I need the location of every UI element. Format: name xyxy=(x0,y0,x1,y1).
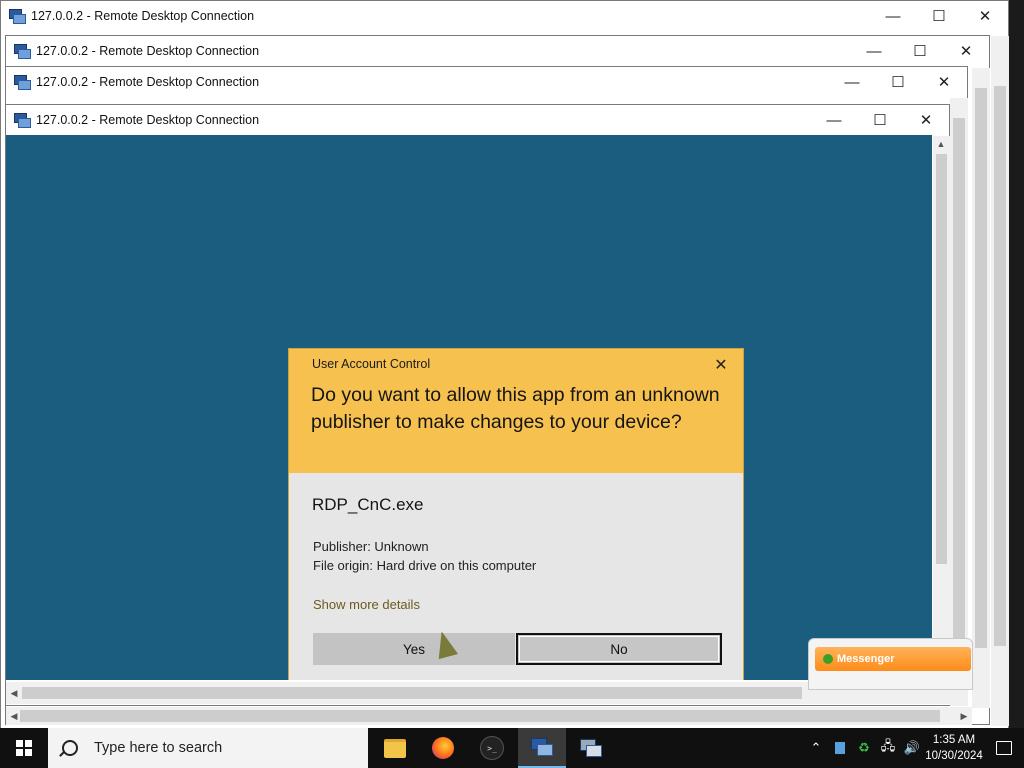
rdp-window-4-vertical-scrollbar[interactable]: ▲ xyxy=(933,136,950,682)
uac-app-name: RDP_CnC.exe xyxy=(312,495,424,514)
firefox-icon xyxy=(432,737,454,759)
taskbar: Type here to search >_ ⌃ ♻ 🖧 🔊 1:35 AM 1… xyxy=(0,728,1024,768)
close-button[interactable]: ✕ xyxy=(943,36,989,66)
scroll-thumb[interactable] xyxy=(953,118,965,678)
remote-desktop-icon xyxy=(14,113,31,128)
clock[interactable]: 1:35 AM 10/30/2024 xyxy=(924,732,984,764)
system-tray: ⌃ ♻ 🖧 🔊 1:35 AM 10/30/2024 xyxy=(804,728,1024,768)
uac-question: Do you want to allow this app from an un… xyxy=(311,384,720,433)
messenger-label: Messenger xyxy=(837,653,895,665)
rdp-window-1-titlebar[interactable]: 127.0.0.2 - Remote Desktop Connection — … xyxy=(1,1,1008,31)
close-button[interactable]: ✕ xyxy=(921,67,967,97)
scroll-thumb[interactable] xyxy=(936,154,947,564)
uac-dialog: User Account Control ✕ Do you want to al… xyxy=(289,349,743,680)
show-more-details-link[interactable]: Show more details xyxy=(313,597,420,612)
volume-icon[interactable]: 🔊 xyxy=(900,728,924,768)
taskbar-file-explorer[interactable] xyxy=(371,728,419,768)
uac-header: User Account Control ✕ Do you want to al… xyxy=(289,349,743,473)
start-button[interactable] xyxy=(0,728,48,768)
maximize-button[interactable]: ☐ xyxy=(916,1,962,31)
window-title: 127.0.0.2 - Remote Desktop Connection xyxy=(36,113,260,127)
clock-date: 10/30/2024 xyxy=(925,750,983,762)
uac-close-icon[interactable]: ✕ xyxy=(709,354,733,376)
scroll-thumb[interactable] xyxy=(975,88,987,648)
search-placeholder: Type here to search xyxy=(94,740,223,756)
search-icon xyxy=(62,740,78,756)
chevron-up-icon[interactable]: ⌃ xyxy=(804,728,828,768)
yes-button[interactable]: Yes xyxy=(313,633,515,665)
messenger-icon xyxy=(823,654,833,664)
rdp-window-4-titlebar[interactable]: 127.0.0.2 - Remote Desktop Connection — … xyxy=(6,105,949,135)
uac-file-origin: File origin: Hard drive on this computer xyxy=(313,558,537,573)
window-title: 127.0.0.2 - Remote Desktop Connection xyxy=(36,75,260,89)
rdp-window-2-vertical-scrollbar[interactable] xyxy=(972,68,990,708)
windows-icon xyxy=(16,740,32,756)
network-icon[interactable]: 🖧 xyxy=(876,728,900,768)
taskbar-remote-desktop[interactable] xyxy=(518,728,566,768)
tablet-icon[interactable] xyxy=(828,728,852,768)
taskbar-firefox[interactable] xyxy=(419,728,467,768)
rdp-window-3-titlebar[interactable]: 127.0.0.2 - Remote Desktop Connection — … xyxy=(6,67,967,97)
rdp-window-2-titlebar[interactable]: 127.0.0.2 - Remote Desktop Connection — … xyxy=(6,36,989,66)
messenger-popup[interactable]: Messenger xyxy=(808,638,973,690)
maximize-button[interactable]: ☐ xyxy=(897,36,943,66)
scroll-thumb[interactable] xyxy=(994,86,1006,646)
remote-desktop-icon xyxy=(531,738,553,756)
uac-publisher: Publisher: Unknown xyxy=(313,539,429,554)
remote-desktop-area: User Account Control ✕ Do you want to al… xyxy=(6,135,932,680)
scroll-right-icon[interactable]: ▶ xyxy=(956,708,972,724)
close-button[interactable]: ✕ xyxy=(903,105,949,135)
window-title: 127.0.0.2 - Remote Desktop Connection xyxy=(36,44,260,58)
minimize-button[interactable]: — xyxy=(870,1,916,31)
recycle-icon[interactable]: ♻ xyxy=(852,728,876,768)
scroll-left-icon[interactable]: ◀ xyxy=(6,685,22,701)
maximize-button[interactable]: ☐ xyxy=(857,105,903,135)
remote-desktop-icon xyxy=(14,75,31,90)
minimize-button[interactable]: — xyxy=(851,36,897,66)
folder-icon xyxy=(384,738,406,758)
messenger-bar[interactable]: Messenger xyxy=(815,647,971,671)
minimize-button[interactable]: — xyxy=(811,105,857,135)
terminal-icon: >_ xyxy=(480,736,504,760)
clock-time: 1:35 AM xyxy=(932,734,976,746)
taskbar-remote-desktop-2[interactable] xyxy=(567,728,615,768)
window-title: 127.0.0.2 - Remote Desktop Connection xyxy=(31,9,255,23)
uac-title: User Account Control xyxy=(312,357,431,371)
remote-desktop-icon xyxy=(580,739,602,757)
yes-label: Yes xyxy=(402,641,426,657)
notification-icon xyxy=(996,741,1012,755)
no-button[interactable]: No xyxy=(516,633,722,665)
notification-button[interactable] xyxy=(984,728,1024,768)
close-button[interactable]: ✕ xyxy=(962,1,1008,31)
taskbar-search-box[interactable]: Type here to search xyxy=(48,728,368,768)
remote-desktop-icon xyxy=(14,44,31,59)
scroll-thumb[interactable] xyxy=(20,710,940,722)
remote-desktop-icon xyxy=(9,9,26,24)
rdp-window-2-horizontal-scrollbar[interactable]: ◀ ▶ xyxy=(6,707,972,725)
no-label: No xyxy=(610,641,628,657)
rdp-window-3-vertical-scrollbar[interactable] xyxy=(950,98,968,706)
minimize-button[interactable]: — xyxy=(829,67,875,97)
taskbar-terminal[interactable]: >_ xyxy=(468,728,516,768)
scroll-up-icon[interactable]: ▲ xyxy=(933,136,949,152)
scroll-thumb[interactable] xyxy=(22,687,802,699)
maximize-button[interactable]: ☐ xyxy=(875,67,921,97)
rdp-window-1-vertical-scrollbar[interactable] xyxy=(991,36,1009,726)
